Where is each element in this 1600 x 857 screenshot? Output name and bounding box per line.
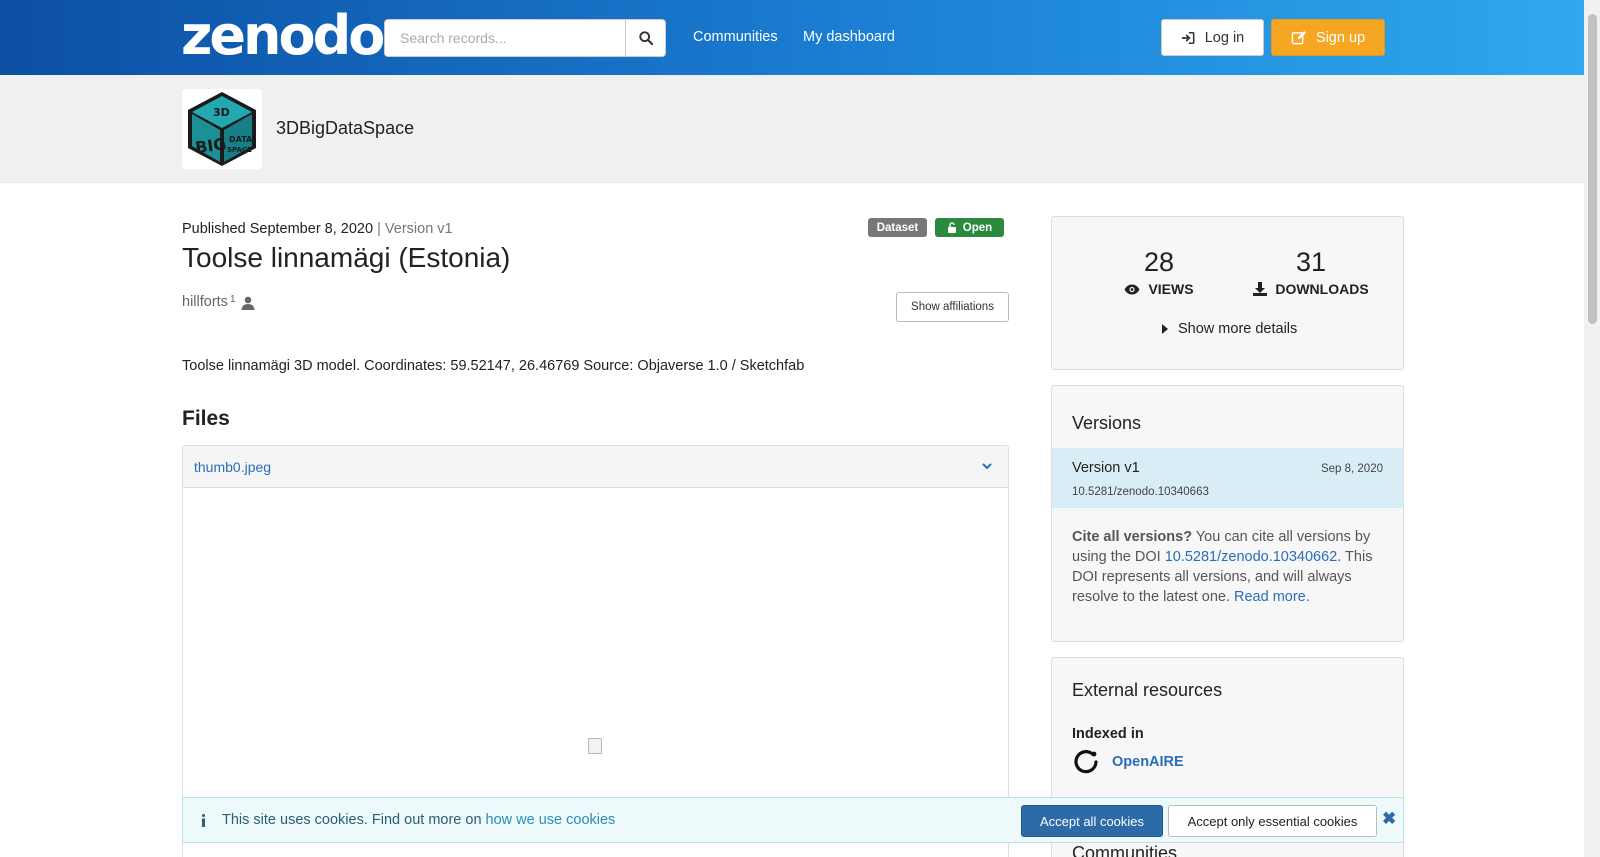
file-name-link[interactable]: thumb0.jpeg bbox=[194, 459, 271, 475]
nav-communities[interactable]: Communities bbox=[693, 29, 778, 45]
creator: hillforts 1 bbox=[182, 294, 255, 310]
downloads-stat: 31 DOWNLOADS bbox=[1246, 247, 1376, 297]
version-item[interactable]: Version v1 Sep 8, 2020 10.5281/zenodo.10… bbox=[1052, 448, 1403, 508]
resource-type-badge: Dataset bbox=[868, 218, 927, 237]
concept-doi-link[interactable]: 10.5281/zenodo.10340662 bbox=[1165, 549, 1338, 565]
record-description: Toolse linnamägi 3D model. Coordinates: … bbox=[182, 358, 805, 374]
cite-all-versions-label: Cite all versions? bbox=[1072, 529, 1193, 545]
record-title: Toolse linnamägi (Estonia) bbox=[182, 242, 511, 273]
close-icon[interactable]: ✖ bbox=[1382, 809, 1396, 829]
creator-name[interactable]: hillforts bbox=[182, 294, 228, 310]
creator-affiliation-number: 1 bbox=[229, 294, 236, 305]
scrollbar-thumb[interactable] bbox=[1588, 14, 1597, 324]
indexed-in-label: Indexed in bbox=[1072, 726, 1144, 742]
user-icon bbox=[241, 296, 254, 310]
downloads-count: 31 bbox=[1295, 247, 1327, 277]
cite-all-versions-text: Cite all versions? You can cite all vers… bbox=[1072, 527, 1387, 607]
unlock-icon bbox=[947, 222, 956, 233]
access-status-badge: Open bbox=[935, 218, 1004, 237]
views-label: VIEWS bbox=[1148, 281, 1194, 297]
top-navbar: zenodo Communities My dashboard Log in S… bbox=[0, 0, 1584, 75]
community-logo-image: 3D BIG DATA SPACE bbox=[188, 92, 256, 166]
version-separator: | bbox=[373, 221, 385, 237]
edit-icon bbox=[1291, 30, 1306, 45]
sign-in-icon bbox=[1181, 31, 1195, 44]
chevron-down-icon[interactable] bbox=[982, 463, 992, 470]
show-more-details-toggle[interactable]: Show more details bbox=[1162, 321, 1297, 337]
caret-right-icon bbox=[1162, 324, 1168, 334]
show-more-details-label: Show more details bbox=[1178, 321, 1298, 337]
login-button[interactable]: Log in bbox=[1161, 19, 1264, 56]
svg-text:DATA: DATA bbox=[229, 135, 253, 144]
cookie-banner: This site uses cookies. Find out more on… bbox=[182, 797, 1404, 843]
eye-icon bbox=[1124, 284, 1140, 294]
search-form bbox=[384, 19, 666, 57]
version-date: Sep 8, 2020 bbox=[1320, 463, 1383, 475]
views-stat: 28 VIEWS bbox=[1114, 247, 1204, 297]
published-date: Published September 8, 2020 bbox=[182, 221, 374, 237]
svg-text:3D: 3D bbox=[213, 106, 230, 119]
cookie-message: This site uses cookies. Find out more on… bbox=[201, 812, 615, 828]
search-input[interactable] bbox=[384, 19, 625, 57]
versions-heading: Versions bbox=[1072, 413, 1142, 433]
communities-heading: Communities bbox=[1072, 843, 1178, 857]
nav-my-dashboard[interactable]: My dashboard bbox=[803, 29, 895, 45]
file-preview-header[interactable]: thumb0.jpeg bbox=[183, 446, 1008, 488]
files-panel: thumb0.jpeg bbox=[182, 445, 1009, 857]
record-version: Version v1 bbox=[384, 221, 453, 237]
signup-button[interactable]: Sign up bbox=[1271, 19, 1385, 56]
show-affiliations-button[interactable]: Show affiliations bbox=[896, 292, 1009, 322]
openaire-icon bbox=[1074, 750, 1098, 774]
downloads-label: DOWNLOADS bbox=[1275, 281, 1369, 297]
page-scrollbar[interactable] bbox=[1584, 0, 1600, 857]
broken-image-icon bbox=[588, 738, 602, 754]
svg-text:SPACE: SPACE bbox=[227, 146, 252, 154]
stats-panel: 28 VIEWS 31 DOWNLOADS Show more details bbox=[1051, 216, 1404, 370]
access-status-label: Open bbox=[962, 221, 993, 234]
search-button[interactable] bbox=[625, 19, 666, 57]
community-name[interactable]: 3DBigDataSpace bbox=[276, 118, 414, 139]
resource-type-label: Dataset bbox=[876, 221, 919, 234]
signup-label: Sign up bbox=[1315, 29, 1366, 46]
search-icon bbox=[638, 31, 653, 45]
openaire-item[interactable]: OpenAIRE bbox=[1072, 748, 1184, 776]
login-label: Log in bbox=[1204, 29, 1245, 46]
zenodo-logo[interactable]: zenodo bbox=[181, 6, 385, 66]
accept-all-cookies-button[interactable]: Accept all cookies bbox=[1021, 805, 1163, 837]
cookie-message-text: This site uses cookies. Find out more on bbox=[222, 812, 486, 828]
community-header: 3D BIG DATA SPACE 3DBigDataSpace bbox=[0, 75, 1584, 183]
publication-info: Published September 8, 2020 | Version v1 bbox=[182, 221, 453, 237]
community-logo[interactable]: 3D BIG DATA SPACE bbox=[182, 89, 262, 169]
read-more-link[interactable]: Read more. bbox=[1234, 589, 1310, 605]
files-heading: Files bbox=[182, 407, 230, 430]
external-resources-heading: External resources bbox=[1072, 680, 1223, 700]
version-name: Version v1 bbox=[1072, 460, 1140, 476]
openaire-link[interactable]: OpenAIRE bbox=[1112, 754, 1184, 770]
views-count: 28 bbox=[1143, 247, 1175, 277]
accept-essential-cookies-button[interactable]: Accept only essential cookies bbox=[1168, 805, 1377, 837]
download-icon bbox=[1253, 282, 1268, 296]
info-icon bbox=[202, 813, 205, 827]
cookie-policy-link[interactable]: how we use cookies bbox=[486, 812, 616, 828]
version-doi: 10.5281/zenodo.10340663 bbox=[1072, 486, 1209, 498]
versions-panel: Versions Version v1 Sep 8, 2020 10.5281/… bbox=[1051, 385, 1404, 642]
